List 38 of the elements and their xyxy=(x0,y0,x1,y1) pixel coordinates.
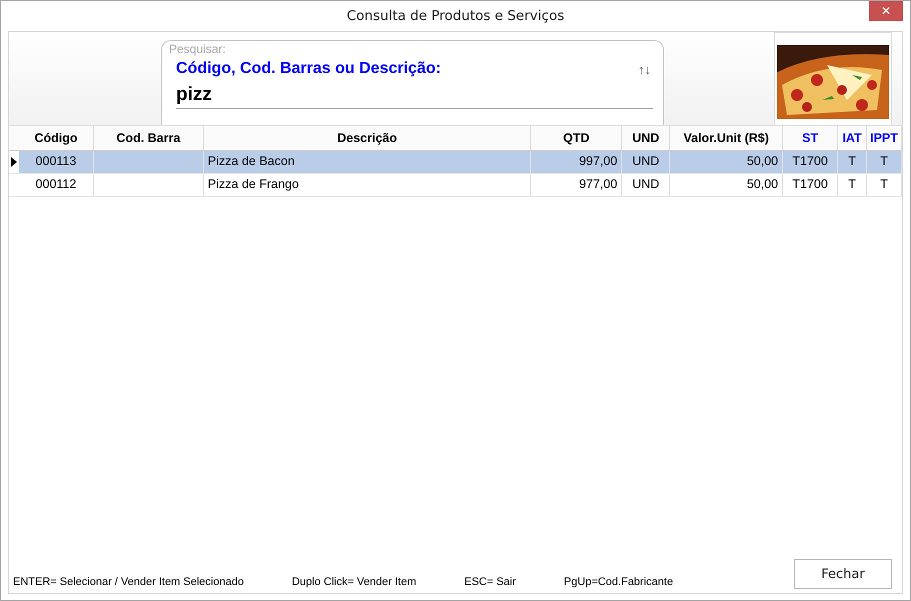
column-header[interactable]: IAT xyxy=(838,126,868,150)
search-label: Código, Cod. Barras ou Descrição: xyxy=(176,60,441,78)
table-cell: T xyxy=(838,151,868,173)
search-box[interactable]: Pesquisar: Código, Cod. Barras ou Descrição: ↑↓ pizz xyxy=(161,40,664,125)
shortcut-hint: PgUp=Cod.Fabricante xyxy=(564,576,674,588)
table-cell: T1700 xyxy=(783,151,838,173)
window-title: Consulta de Produtos e Serviços xyxy=(346,8,564,24)
table-cell: 000113 xyxy=(18,151,94,173)
column-header[interactable]: Valor.Unit (R$) xyxy=(670,126,784,150)
shortcut-hint: Duplo Click= Vender Item xyxy=(292,576,416,588)
table-cell: 977,00 xyxy=(531,174,622,196)
search-field[interactable]: pizz xyxy=(176,84,653,109)
column-header[interactable]: UND xyxy=(622,126,670,150)
close-window-button[interactable]: Fechar xyxy=(794,559,892,589)
column-header[interactable]: IPPT xyxy=(867,126,902,150)
sort-toggle[interactable]: ↑↓ xyxy=(638,62,651,76)
column-header[interactable]: Descrição xyxy=(204,126,532,150)
column-header[interactable]: QTD xyxy=(531,126,622,150)
table-cell: UND xyxy=(622,174,670,196)
close-button[interactable]: ✕ xyxy=(869,1,903,21)
column-header[interactable]: Cod. Barra xyxy=(94,126,204,150)
column-header[interactable]: ST xyxy=(783,126,838,150)
column-header[interactable]: Código xyxy=(19,126,94,150)
table-cell: T1700 xyxy=(783,174,838,196)
search-caption: Pesquisar: xyxy=(169,42,227,56)
table-cell: 50,00 xyxy=(670,151,784,173)
table-cell: 000112 xyxy=(18,174,94,196)
table-cell: T xyxy=(838,174,868,196)
table-cell: UND xyxy=(622,151,670,173)
shortcut-hint: ESC= Sair xyxy=(464,576,516,588)
table-cell: Pizza de Frango xyxy=(204,174,532,196)
table-cell: Pizza de Bacon xyxy=(204,151,532,173)
row-pointer-icon xyxy=(10,157,17,167)
shortcut-hint: ENTER= Selecionar / Vender Item Selecionado xyxy=(13,576,244,588)
table-cell: 50,00 xyxy=(670,174,784,196)
table-cell: T xyxy=(867,174,902,196)
table-cell: 997,00 xyxy=(531,151,622,173)
table-cell: T xyxy=(867,151,902,173)
